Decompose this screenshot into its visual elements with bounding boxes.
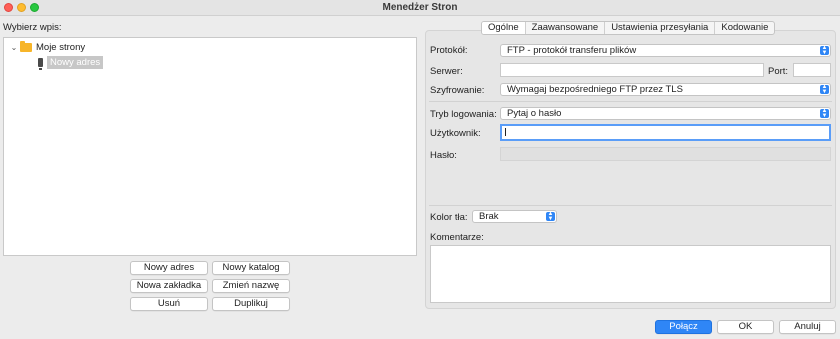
tree-folder-row[interactable]: ⌄ Moje strony — [8, 41, 85, 54]
updown-chevron-icon: ▲ ▼ — [820, 108, 829, 119]
logon-type-label: Tryb logowania: — [430, 109, 497, 120]
tree-folder-label: Moje strony — [36, 42, 86, 53]
encryption-label: Szyfrowanie: — [430, 85, 485, 96]
tree-site-label: Nowy adres — [47, 56, 104, 69]
tab-general[interactable]: Ogólne — [482, 22, 526, 34]
tab-charset[interactable]: Kodowanie — [715, 22, 774, 34]
title-bar: Menedżer Stron — [0, 0, 840, 16]
server-icon — [38, 58, 43, 70]
text-caret — [505, 128, 506, 136]
select-entry-label: Wybierz wpis: — [3, 22, 62, 33]
port-label: Port: — [768, 66, 789, 77]
chevron-down-icon[interactable]: ⌄ — [8, 43, 20, 52]
settings-tabs: Ogólne Zaawansowane Ustawienia przesyłan… — [481, 21, 776, 35]
bgcolor-label: Kolor tła: — [430, 212, 468, 223]
new-folder-button[interactable]: Nowy katalog — [212, 261, 290, 275]
user-label: Użytkownik: — [430, 128, 481, 139]
server-label: Serwer: — [430, 66, 463, 77]
comments-textarea[interactable] — [430, 245, 831, 303]
password-label: Hasło: — [430, 150, 457, 161]
encryption-value: Wymagaj bezpośredniego FTP przez TLS — [507, 84, 683, 95]
divider — [429, 101, 832, 102]
window-title: Menedżer Stron — [382, 2, 458, 13]
updown-chevron-icon: ▲ ▼ — [546, 211, 555, 222]
logon-type-select[interactable]: Pytaj o hasło ▲ ▼ — [500, 107, 831, 120]
user-input[interactable] — [500, 124, 831, 141]
connect-button[interactable]: Połącz — [655, 320, 712, 334]
divider — [429, 205, 832, 206]
password-input — [500, 147, 831, 161]
updown-chevron-icon: ▲ ▼ — [820, 45, 829, 56]
new-bookmark-button[interactable]: Nowa zakładka — [130, 279, 208, 293]
duplicate-button[interactable]: Duplikuj — [212, 297, 290, 311]
bgcolor-select[interactable]: Brak ▲ ▼ — [472, 210, 557, 223]
bgcolor-value: Brak — [479, 211, 499, 222]
encryption-select[interactable]: Wymagaj bezpośredniego FTP przez TLS ▲ ▼ — [500, 83, 831, 96]
logon-type-value: Pytaj o hasło — [507, 108, 562, 119]
ok-button[interactable]: OK — [717, 320, 774, 334]
tab-advanced[interactable]: Zaawansowane — [526, 22, 606, 34]
delete-button[interactable]: Usuń — [130, 297, 208, 311]
protocol-label: Protokół: — [430, 45, 468, 56]
site-tree[interactable]: ⌄ Moje strony Nowy adres — [3, 37, 417, 256]
cancel-button[interactable]: Anuluj — [779, 320, 836, 334]
comments-label: Komentarze: — [430, 232, 484, 243]
rename-button[interactable]: Zmień nazwę — [212, 279, 290, 293]
updown-chevron-icon: ▲ ▼ — [820, 84, 829, 95]
protocol-value: FTP - protokół transferu plików — [507, 45, 637, 56]
protocol-select[interactable]: FTP - protokół transferu plików ▲ ▼ — [500, 44, 831, 57]
tree-site-row[interactable]: Nowy adres — [38, 56, 104, 70]
new-site-button[interactable]: Nowy adres — [130, 261, 208, 275]
server-input[interactable] — [500, 63, 764, 77]
tab-transfer-settings[interactable]: Ustawienia przesyłania — [605, 22, 716, 34]
port-input[interactable] — [793, 63, 831, 77]
folder-icon — [20, 41, 32, 52]
